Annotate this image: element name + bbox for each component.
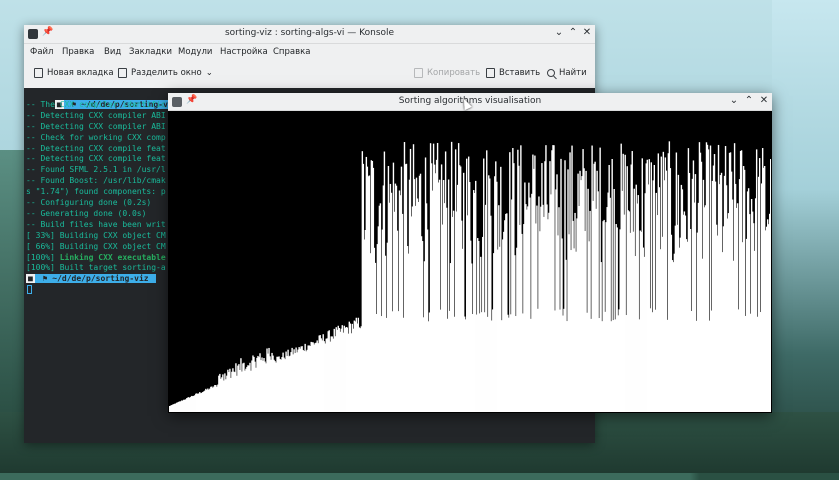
terminal-line: [ 66%] Building CXX object CM [26,241,166,251]
terminal-line: s "1.74") found components: p [26,187,166,197]
terminal-line: -- The CXX compiler identific [26,99,166,109]
konsole-titlebar[interactable]: 📌 sorting-viz : sorting-algs-vi — Konsol… [24,25,595,44]
menu-file[interactable]: Файл [30,47,53,57]
menu-view[interactable]: Вид [104,47,121,57]
close-icon[interactable]: ✕ [758,95,770,107]
terminal-line: -- Detecting CXX compiler ABI [26,121,166,131]
terminal-line: -- Generating done (0.0s) [26,208,147,218]
search-icon [547,69,555,77]
new-tab-button[interactable]: Новая вкладка [34,68,114,78]
sorting-window[interactable]: 📌 Sorting algorithms visualisation ⌄ ⌃ ✕ [168,93,772,413]
menu-plugins[interactable]: Модули [178,47,212,57]
prompt-line: ■ ⚑ ~/d/de/p/sorting-viz [26,273,157,284]
sorting-bars-chart [169,141,771,412]
menu-bookmarks[interactable]: Закладки [129,47,172,57]
copy-button[interactable]: Копировать [414,68,480,78]
terminal-line: -- Build files have been writ [26,219,166,229]
wallpaper-right [772,0,839,473]
terminal-line: -- Detecting CXX compile feat [26,143,166,153]
menu-help[interactable]: Справка [273,47,310,57]
maximize-icon[interactable]: ⌃ [743,95,755,107]
split-view-icon [118,68,127,78]
paste-icon [486,68,495,78]
find-button[interactable]: Найти [547,68,587,78]
minimize-icon[interactable]: ⌄ [728,95,740,107]
terminal-line: -- Detecting CXX compile feat [26,154,166,164]
copy-label: Копировать [427,68,481,78]
sort-bar [770,159,771,412]
paste-label: Вставить [499,68,541,78]
terminal-line: [100%] Built target sorting-a [26,263,166,273]
window-title: sorting-viz : sorting-algs-vi — Konsole [224,28,395,38]
chevron-down-icon: ⌄ [205,68,213,78]
new-tab-label: Новая вкладка [47,68,114,78]
split-view-button[interactable]: Разделить окно ⌄ [118,68,213,78]
menu-settings[interactable]: Настройка [220,47,268,57]
terminal-line: -- Check for working CXX comp [26,132,166,142]
maximize-icon[interactable]: ⌃ [567,27,579,39]
prompt-line: ■ ⚑ ~/d/de/p/sorting-viz [26,88,186,109]
minimize-icon[interactable]: ⌄ [553,27,565,39]
copy-icon [414,68,423,78]
paste-button[interactable]: Вставить [486,68,540,78]
terminal-line: -- Found SFML 2.5.1 in /usr/l [26,165,166,175]
terminal-line: [100%] Linking CXX executable [26,252,166,262]
terminal-line: -- Found Boost: /usr/lib/cmak [26,176,166,186]
text-cursor [27,285,32,295]
menu-edit[interactable]: Правка [62,47,94,57]
prompt-status-icon: ■ [26,274,35,284]
terminal-line: [ 33%] Building CXX object CM [26,230,166,240]
terminal-line: -- Configuring done (0.2s) [26,198,152,207]
sorting-canvas [169,111,771,412]
split-view-label: Разделить окно [131,68,202,78]
terminal-line: -- Detecting CXX compiler ABI [26,110,166,120]
close-icon[interactable]: ✕ [581,27,593,39]
menubar: Файл Правка Вид Закладки Модули Настройк… [24,44,595,60]
find-label: Найти [559,68,587,78]
toolbar: Новая вкладка Разделить окно ⌄ Копироват… [24,60,595,89]
new-tab-icon [34,68,43,78]
prompt-dir: ~/d/de/p/sorting-viz [52,274,149,284]
